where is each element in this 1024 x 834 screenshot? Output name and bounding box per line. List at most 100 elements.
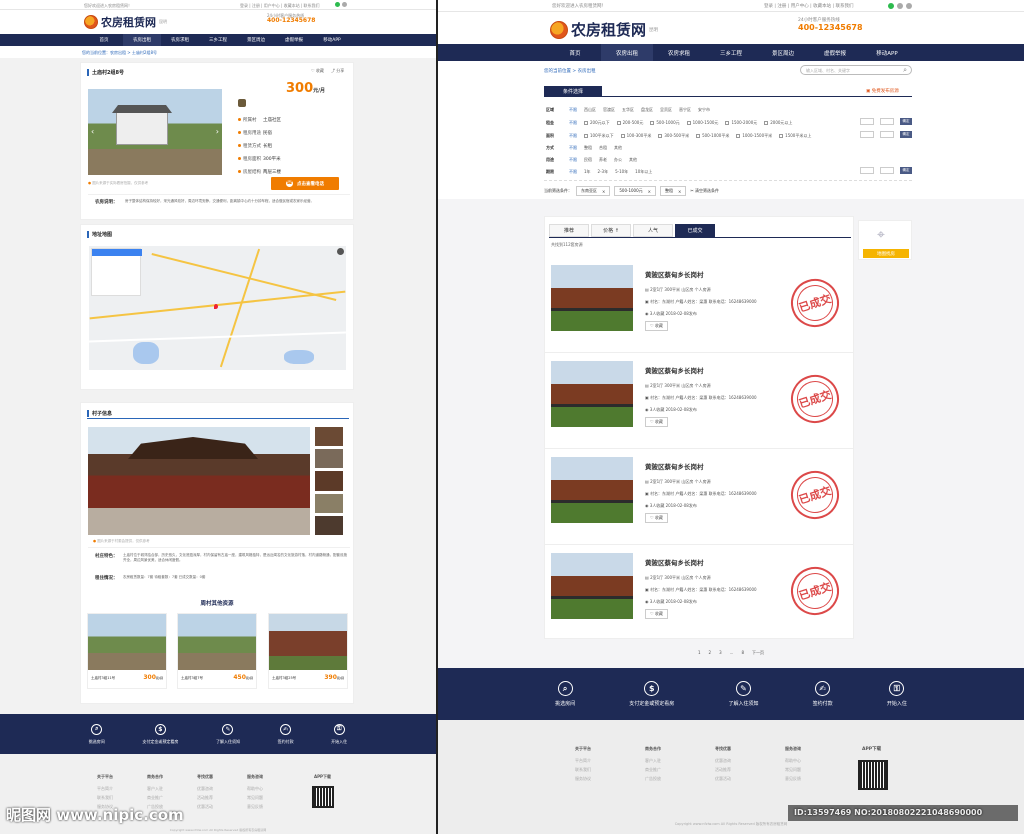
filter-option[interactable]: 办公 [614, 157, 622, 163]
weibo-icon[interactable] [342, 2, 347, 7]
location-marker-icon[interactable] [214, 304, 218, 309]
favorite-button[interactable]: ♡ 收藏 [645, 609, 668, 619]
filter-checkbox[interactable]: 1000-1500元 [686, 120, 718, 126]
area-min-input[interactable] [860, 131, 874, 138]
filter-option[interactable]: 不限 [569, 107, 577, 113]
filter-option[interactable]: 10年以上 [635, 169, 652, 175]
filter-checkbox[interactable]: 200-500元 [616, 120, 643, 126]
listing-photo[interactable] [551, 265, 633, 331]
nav-app[interactable]: 移动APP [313, 34, 351, 46]
favorite-button[interactable]: ♡ 收藏 [311, 68, 324, 74]
call-button[interactable]: ☎ 点击查看电话 [271, 177, 339, 190]
prev-photo-icon[interactable]: ‹ [91, 127, 94, 136]
filter-checkbox[interactable]: 100-300平米 [620, 133, 651, 139]
footer-link[interactable]: 活动推荐 [197, 795, 213, 801]
filter-option[interactable]: 不限 [569, 120, 577, 126]
filter-checkbox[interactable]: 1000-1500平米 [736, 133, 772, 139]
footer-link[interactable]: 帮助中心 [247, 786, 263, 792]
filter-option[interactable]: 合租 [599, 145, 607, 151]
footer-link[interactable]: 服务协议 [575, 776, 591, 782]
filter-option[interactable]: 2-3年 [598, 169, 609, 175]
listing-photo[interactable] [551, 553, 633, 619]
filter-option[interactable]: 1年 [584, 169, 591, 175]
house-photo[interactable]: ‹ › [88, 89, 222, 175]
area-max-input[interactable] [880, 131, 894, 138]
filter-option[interactable]: 西山区 [584, 107, 596, 113]
footer-link[interactable]: 意见反馈 [247, 804, 263, 810]
map-find-widget[interactable]: ⌖ 地图找房 [858, 220, 912, 260]
page-1[interactable]: 1 [698, 650, 701, 656]
area-ok-button[interactable]: 确定 [900, 131, 912, 138]
rent-max-input[interactable] [880, 118, 894, 125]
step-notice[interactable]: ✎ 了解入住须知 [728, 681, 758, 707]
page-8[interactable]: 8 [741, 650, 744, 656]
logo[interactable]: 农房租赁网 昆明 [550, 19, 658, 40]
footer-link[interactable]: 平台简介 [575, 758, 591, 764]
favorite-button[interactable]: ♡ 收藏 [645, 513, 668, 523]
nav-sanxiang[interactable]: 三乡工程 [199, 34, 237, 46]
publish-link[interactable]: ▣ 免费发布房源 [866, 88, 899, 94]
listing-title[interactable]: 黄陂区蔡甸乡长岗村 [645, 269, 704, 279]
step-deposit[interactable]: $ 支付定金或预定看房 [629, 681, 674, 707]
step-sign[interactable]: ✍ 签约付款 [278, 723, 294, 745]
filter-checkbox[interactable]: 1500-2000元 [725, 120, 757, 126]
step-choose[interactable]: ⌕ 挑选房间 [555, 681, 575, 707]
footer-link[interactable]: 商业推广 [645, 767, 661, 773]
listing-item[interactable]: 黄陂区蔡甸乡长岗村 ▤ 2室1厅 300平米 山区房 个人房源 ▣ 村名：东湖村… [545, 545, 853, 637]
filter-option[interactable]: 养老 [599, 157, 607, 163]
filter-option[interactable]: 其他 [614, 145, 622, 151]
favorite-button[interactable]: ♡ 收藏 [645, 417, 668, 427]
term-max-input[interactable] [880, 167, 894, 174]
search-input[interactable]: 输入区域、村名、关键字 [806, 68, 850, 74]
breadcrumb[interactable]: 您的当前位置 > 农房出租 [544, 68, 596, 74]
footer-link[interactable]: 联系我们 [97, 795, 113, 801]
listing-photo[interactable] [551, 361, 633, 427]
nav-scenic[interactable]: 景区周边 [757, 44, 809, 61]
village-thumb[interactable] [315, 493, 343, 513]
footer-link[interactable]: 客户入驻 [147, 786, 163, 792]
nav-report[interactable]: 虚假举报 [275, 34, 313, 46]
tab-closed[interactable]: 已成交 [675, 224, 715, 237]
footer-link[interactable]: 客户入驻 [645, 758, 661, 764]
filter-checkbox[interactable]: 100平米以下 [584, 133, 614, 139]
footer-link[interactable]: 帮助中心 [785, 758, 801, 764]
step-sign[interactable]: ✍ 签约付款 [813, 681, 833, 707]
village-thumb[interactable] [315, 427, 343, 447]
map-compass-icon[interactable] [337, 248, 344, 255]
filter-option[interactable]: 官渡区 [603, 107, 615, 113]
map-find-button[interactable]: 地图找房 [863, 249, 909, 258]
filter-checkbox[interactable]: 2000元以上 [764, 120, 792, 126]
next-photo-icon[interactable]: › [216, 127, 219, 136]
listing-item[interactable]: 黄陂区蔡甸乡长岗村 ▤ 2室1厅 300平米 山区房 个人房源 ▣ 村名：东湖村… [545, 449, 853, 545]
nav-home[interactable]: 首页 [549, 44, 601, 61]
listing-title[interactable]: 黄陂区蔡甸乡长岗村 [645, 461, 704, 471]
page-2[interactable]: 2 [709, 650, 712, 656]
footer-link[interactable]: 平台简介 [97, 786, 113, 792]
filter-checkbox[interactable]: 300-500平米 [658, 133, 689, 139]
filter-chip[interactable]: 东南亚区 × [576, 186, 611, 196]
tab-price[interactable]: 价格 ↑ [591, 224, 631, 237]
footer-link[interactable]: 活动推荐 [715, 767, 731, 773]
step-checkin[interactable]: ⚿ 开始入住 [331, 723, 347, 745]
nav-app[interactable]: 移动APP [861, 44, 913, 61]
close-icon[interactable]: × [678, 189, 681, 194]
top-links[interactable]: 登录 | 注册 | 用户中心 | 收藏本站 | 联系我们 [764, 3, 854, 9]
weibo-icon[interactable] [897, 3, 903, 9]
city-switch[interactable]: 昆明 [159, 19, 167, 25]
step-checkin[interactable]: ⚿ 开始入住 [887, 681, 907, 707]
nav-report[interactable]: 虚假举报 [809, 44, 861, 61]
search-box[interactable]: 输入区域、村名、关键字 ⌕ [800, 65, 912, 75]
rent-ok-button[interactable]: 确定 [900, 118, 912, 125]
step-choose[interactable]: ⌕ 挑选房间 [89, 723, 105, 745]
filter-option[interactable]: 盘龙区 [641, 107, 653, 113]
filter-chip[interactable]: 整租 × [659, 186, 687, 196]
village-thumb[interactable] [315, 471, 343, 491]
other-house-2[interactable]: 土庙村3组7号 450元/月 [177, 613, 257, 689]
footer-link[interactable]: 优惠咨询 [197, 786, 213, 792]
filter-option[interactable]: 民宿 [584, 157, 592, 163]
rent-min-input[interactable] [860, 118, 874, 125]
footer-link[interactable]: 优惠活动 [197, 804, 213, 810]
term-ok-button[interactable]: 确定 [900, 167, 912, 174]
village-thumb[interactable] [315, 449, 343, 469]
footer-link[interactable]: 联系我们 [575, 767, 591, 773]
